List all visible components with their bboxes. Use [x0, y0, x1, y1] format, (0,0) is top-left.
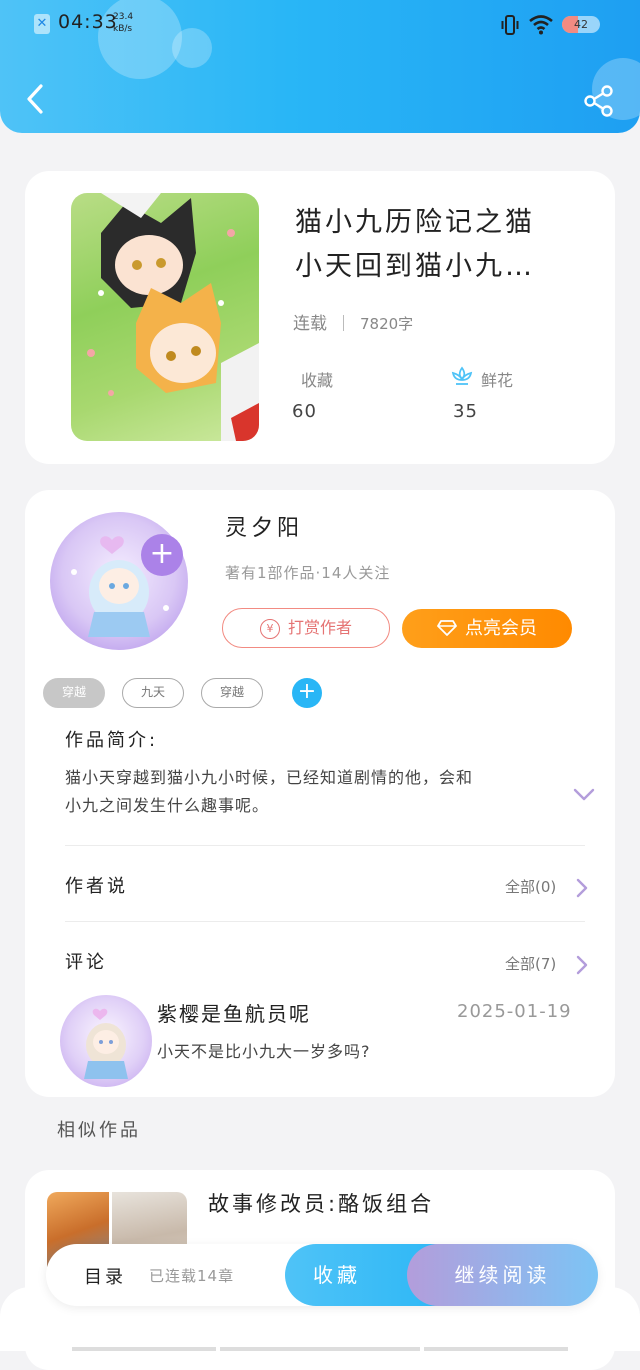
comment-text: 小天不是比小九大一岁多吗?	[157, 1042, 371, 1061]
network-speed-unit: kB/s	[113, 24, 133, 34]
author-says-title: 作者说	[65, 876, 128, 897]
status-bar: ✕ 04:33 23.4 kB/s 42	[0, 0, 640, 50]
synopsis-title: 作品简介:	[65, 730, 159, 751]
follow-author-button[interactable]: +	[141, 534, 183, 576]
chapter-count: 已连载14章	[149, 1267, 235, 1285]
book-meta: 连载 7820字	[293, 309, 413, 334]
book-title-line2: 小天回到猫小九…	[295, 251, 535, 282]
similar-work-title: 故事修改员:酪饭组合	[208, 1192, 435, 1216]
synopsis-line: 小九之间发生什么趣事呢。	[65, 796, 270, 815]
book-detail-card: + 灵夕阳 著有1部作品·14人关注 ¥ 打赏作者 点亮会员 穿越 九天 穿越 +…	[25, 490, 615, 1097]
wifi-icon	[529, 15, 553, 35]
comment-date: 2025-01-19	[457, 1001, 572, 1022]
chevron-right-icon	[576, 955, 588, 975]
yen-icon: ¥	[259, 619, 280, 639]
share-icon	[584, 85, 613, 117]
vibrate-icon	[501, 15, 519, 35]
favorites-value: 60	[292, 401, 317, 422]
similar-works-title: 相似作品	[57, 1120, 141, 1141]
app-header: ✕ 04:33 23.4 kB/s 42	[0, 0, 640, 133]
tip-author-button[interactable]: ¥ 打赏作者	[222, 608, 390, 648]
section-divider	[65, 845, 585, 846]
author-name[interactable]: 灵夕阳	[225, 510, 303, 542]
network-speed-value: 23.4	[113, 12, 134, 22]
battery-level: 42	[574, 18, 588, 31]
flowers-value: 35	[453, 401, 478, 422]
commenter-avatar[interactable]	[60, 995, 152, 1087]
book-status: 连载	[293, 314, 327, 334]
tag-chip[interactable]: 穿越	[201, 678, 263, 708]
expand-synopsis-button[interactable]	[573, 788, 595, 802]
toc-label: 目录	[84, 1267, 126, 1288]
favorites-label: 收藏	[301, 371, 334, 390]
avatar-illustration	[71, 536, 169, 637]
book-info-card: 猫小九历险记之猫 小天回到猫小九… 连载 7820字 收藏 60 鲜花 35	[25, 171, 615, 464]
bottom-action-bar: 目录 已连载14章 收藏 继续阅读	[46, 1244, 598, 1306]
comments-title: 评论	[65, 952, 107, 973]
tab-indicator	[220, 1347, 420, 1351]
status-time: 04:33	[58, 11, 118, 33]
section-divider	[65, 921, 585, 922]
book-title-line1: 猫小九历险记之猫	[295, 207, 535, 238]
author-says-all-link[interactable]: 全部(0)	[505, 876, 556, 897]
share-button[interactable]	[582, 84, 616, 118]
chevron-left-icon	[27, 84, 43, 114]
word-count: 7820字	[360, 315, 414, 333]
chevron-right-icon	[576, 878, 588, 898]
flower-icon	[451, 366, 473, 385]
author-avatar[interactable]	[50, 512, 188, 650]
synopsis-text: 猫小天穿越到猫小九小时候，已经知道剧情的他，会和 小九之间发生什么趣事呢。	[65, 764, 555, 820]
back-button[interactable]	[22, 82, 50, 116]
activate-vip-button[interactable]: 点亮会员	[402, 609, 572, 648]
meta-divider	[343, 315, 344, 331]
activate-vip-label: 点亮会员	[465, 618, 537, 639]
tab-indicator	[72, 1347, 216, 1351]
comments-all-link[interactable]: 全部(7)	[505, 953, 556, 974]
author-stats: 著有1部作品·14人关注	[225, 564, 391, 582]
tag-chip[interactable]: 穿越	[43, 678, 105, 708]
avatar-illustration	[84, 1008, 128, 1079]
add-tag-button[interactable]: +	[292, 678, 322, 708]
tab-indicator	[424, 1347, 568, 1351]
synopsis-line: 猫小天穿越到猫小九小时候，已经知道剧情的他，会和	[65, 768, 474, 787]
book-cover[interactable]	[71, 193, 259, 441]
tip-author-label: 打赏作者	[287, 618, 352, 637]
book-title: 猫小九历险记之猫 小天回到猫小九…	[295, 201, 585, 289]
cover-illustration	[87, 193, 259, 441]
battery-indicator: 42	[562, 16, 600, 33]
tag-chip[interactable]: 九天	[122, 678, 184, 708]
diamond-icon	[437, 620, 457, 636]
continue-reading-button[interactable]: 继续阅读	[407, 1244, 598, 1306]
commenter-name: 紫樱是鱼航员呢	[157, 1002, 311, 1026]
flowers-label: 鲜花	[481, 371, 514, 390]
chevron-down-icon	[573, 788, 595, 801]
network-speed: 23.4 kB/s	[113, 11, 133, 35]
app-notification-icon: ✕	[34, 14, 50, 34]
